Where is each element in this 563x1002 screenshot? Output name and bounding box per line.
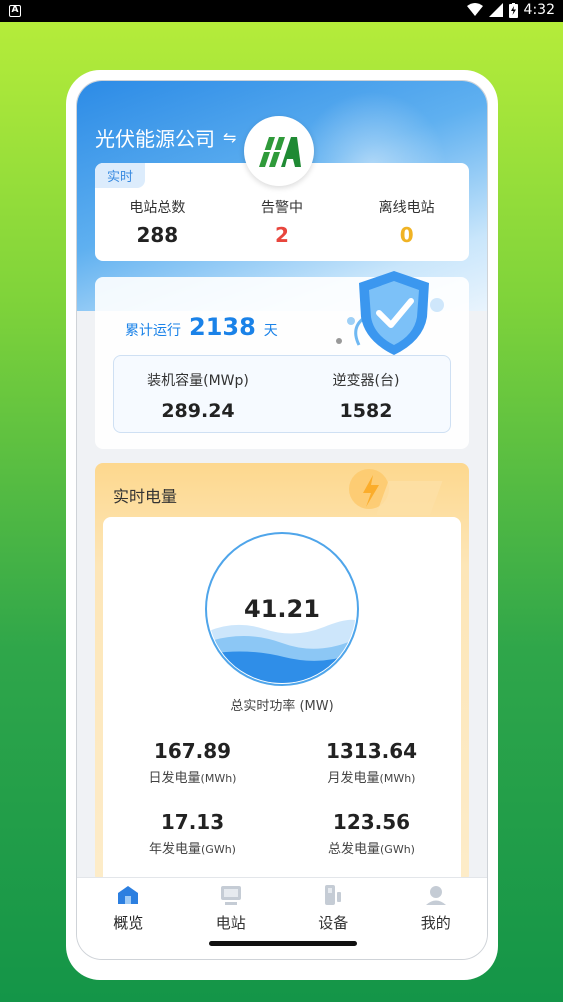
energy-grid: 167.89 日发电量(MWh) 1313.64 月发电量(MWh) 17.13…: [103, 739, 461, 881]
running-unit: 天: [263, 323, 278, 339]
energy-daily[interactable]: 167.89 日发电量(MWh): [103, 739, 282, 786]
energy-unit: (GWh): [201, 843, 236, 856]
energy-title: 实时电量: [113, 487, 178, 506]
energy-card: 实时电量 41.21 总实时功率 (MW) 167.89 日发电量(MWh) 1…: [95, 463, 469, 897]
energy-unit: (MWh): [379, 772, 416, 785]
tab-stations[interactable]: 电站: [180, 878, 283, 959]
notification-a-icon: A: [9, 5, 21, 17]
solar-logo-icon: [259, 137, 301, 167]
stat-value: 0: [399, 223, 414, 247]
shield-check-icon: [339, 265, 449, 365]
power-label: 总实时功率 (MW): [230, 699, 334, 714]
sun-bolt-icon: [329, 463, 449, 523]
switch-icon: ⇋: [223, 128, 237, 147]
energy-monthly[interactable]: 1313.64 月发电量(MWh): [282, 739, 461, 786]
stat-value: 289.24: [161, 400, 235, 422]
energy-label: 月发电量: [327, 771, 380, 786]
app-logo: [244, 116, 314, 186]
home-indicator[interactable]: [209, 941, 357, 946]
energy-yearly[interactable]: 17.13 年发电量(GWh): [103, 810, 282, 857]
stat-value: 2: [275, 223, 289, 247]
energy-total[interactable]: 123.56 总发电量(GWh): [282, 810, 461, 857]
energy-value: 167.89: [153, 739, 232, 763]
energy-label: 总发电量: [328, 842, 381, 857]
stat-label: 装机容量(MWp): [147, 373, 249, 389]
signal-icon: [488, 3, 503, 17]
user-icon: [425, 886, 446, 905]
energy-unit: (MWh): [200, 772, 237, 785]
tab-label: 设备: [318, 914, 349, 932]
tab-me[interactable]: 我的: [385, 878, 488, 959]
stat-alarming[interactable]: 告警中 2: [220, 197, 345, 247]
stat-label: 离线电站: [378, 200, 435, 216]
power-value: 41.21: [244, 595, 320, 623]
battery-icon: [508, 2, 518, 18]
stat-total-stations[interactable]: 电站总数 288: [95, 197, 220, 247]
tab-label: 概览: [113, 914, 144, 932]
energy-unit: (GWh): [380, 843, 415, 856]
stat-inverters[interactable]: 逆变器(台) 1582: [282, 356, 450, 432]
tab-devices[interactable]: 设备: [282, 878, 385, 959]
tab-overview[interactable]: 概览: [77, 878, 180, 959]
tab-label: 我的: [420, 914, 451, 932]
energy-panel: 41.21 总实时功率 (MW) 167.89 日发电量(MWh) 1313.6…: [103, 517, 461, 897]
tab-label: 电站: [215, 914, 246, 932]
page-indicator-dot: [336, 338, 342, 344]
stat-value: 1582: [339, 400, 393, 422]
stat-label: 告警中: [261, 200, 303, 216]
energy-label: 年发电量: [149, 842, 202, 857]
bottom-tab-bar: 概览 电站 设备 我的: [77, 877, 488, 959]
stat-capacity[interactable]: 装机容量(MWp) 289.24: [114, 356, 282, 432]
stat-offline[interactable]: 离线电站 0: [344, 197, 469, 247]
capacity-stats: 装机容量(MWp) 289.24 逆变器(台) 1582: [113, 355, 451, 433]
stat-label: 逆变器(台): [332, 373, 400, 389]
phone-frame: 光伏能源公司 ⇋ 实时 电站总数 288 告警中 2 离线电站 0 累计运行 2…: [66, 70, 498, 980]
running-card: 累计运行 2138 天 装机容量(MWp) 289.24 逆变器(台) 1582: [95, 271, 469, 449]
stat-label: 电站总数: [129, 200, 186, 216]
stat-value: 288: [136, 223, 179, 247]
running-days: 2138: [189, 313, 256, 341]
energy-label: 日发电量: [148, 771, 201, 786]
running-label: 累计运行: [125, 323, 181, 339]
device-icon: [325, 885, 342, 905]
company-name: 光伏能源公司: [95, 127, 215, 151]
energy-value: 17.13: [160, 810, 225, 834]
home-icon: [118, 886, 139, 904]
station-icon: [220, 886, 241, 905]
realtime-tag: 实时: [95, 163, 146, 188]
energy-value: 123.56: [332, 810, 411, 834]
app-screen: 光伏能源公司 ⇋ 实时 电站总数 288 告警中 2 离线电站 0 累计运行 2…: [76, 80, 488, 960]
energy-value: 1313.64: [325, 739, 418, 763]
status-bar: A 4:32: [0, 0, 563, 22]
company-switcher[interactable]: 光伏能源公司 ⇋: [95, 123, 236, 152]
wifi-icon: [466, 3, 483, 16]
clock: 4:32: [523, 2, 555, 18]
